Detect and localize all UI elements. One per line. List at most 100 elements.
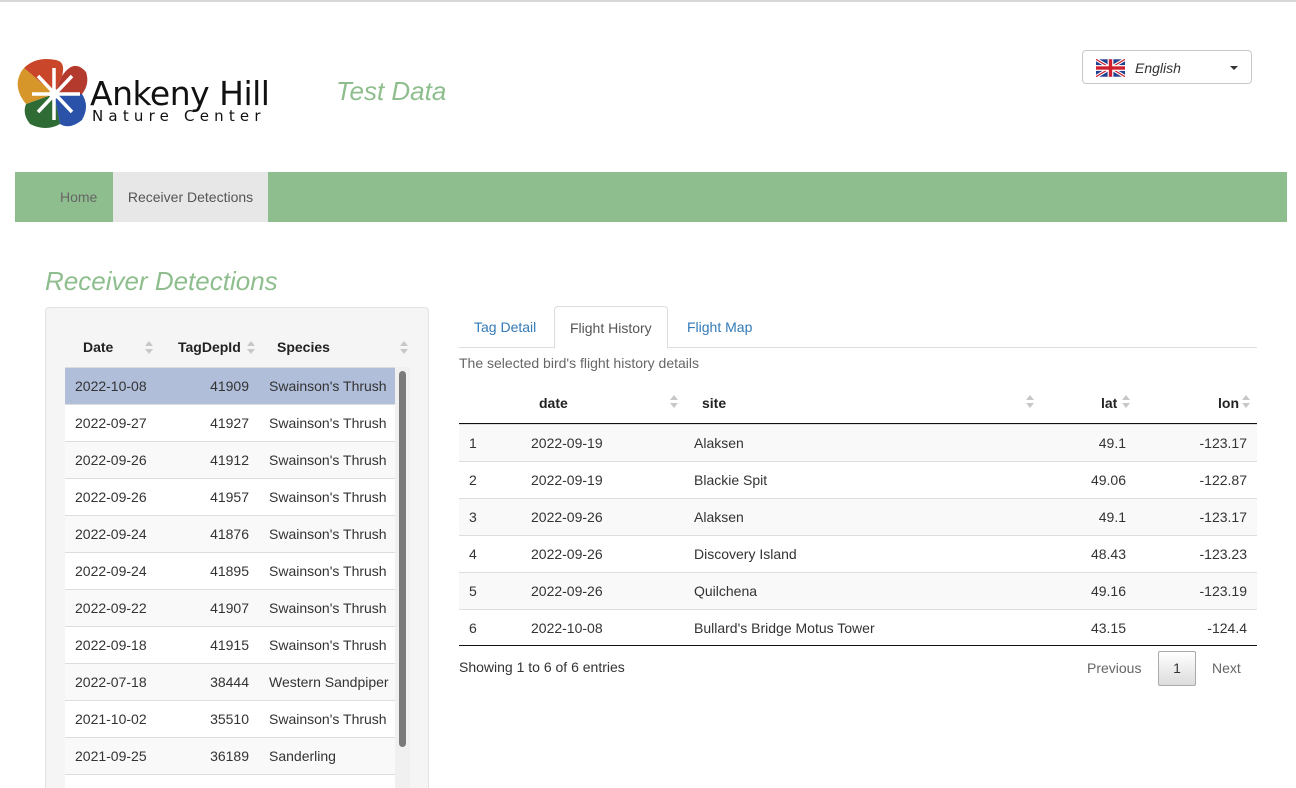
table-row[interactable]: 3 2022-09-26 Alaksen 49.1 -123.17: [459, 498, 1257, 535]
cell-site: Quilchena: [694, 583, 758, 599]
table-row[interactable]: 2022-09-24 41876 Swainson's Thrush: [65, 515, 395, 552]
sort-icon[interactable]: [247, 340, 255, 356]
cell-index: 3: [469, 509, 477, 525]
pagination-next[interactable]: Next: [1212, 660, 1241, 676]
table-row[interactable]: 2021-09-25 36189 Sanderling: [65, 737, 395, 774]
cell-date: 2022-09-26: [531, 583, 603, 599]
cell-index: 1: [469, 435, 477, 451]
cell-tagdepid: 41927: [210, 415, 249, 431]
column-header-lat[interactable]: lat: [1101, 395, 1117, 411]
cell-lat: 49.16: [1090, 583, 1126, 599]
column-header-species[interactable]: Species: [277, 339, 330, 355]
cell-species: Swainson's Thrush: [269, 526, 387, 542]
detections-panel: Date TagDepId Species 2022-10-08 41909 Swa…: [45, 307, 429, 788]
table-row[interactable]: 2022-09-22 41907 Swainson's Thrush: [65, 589, 395, 626]
cell-species: Swainson's Thrush: [269, 415, 387, 431]
cell-tagdepid: 41915: [210, 637, 249, 653]
language-select[interactable]: English: [1082, 50, 1252, 84]
table-row[interactable]: 2021-09-2536190Sanderling: [65, 774, 395, 788]
nav-receiver-detections[interactable]: Receiver Detections: [113, 172, 268, 222]
cell-index: 6: [469, 620, 477, 636]
sort-icon[interactable]: [400, 340, 408, 356]
table-row[interactable]: 5 2022-09-26 Quilchena 49.16 -123.19: [459, 572, 1257, 609]
tab-tag-detail[interactable]: Tag Detail: [459, 306, 551, 348]
cell-date: 2022-09-26: [75, 452, 147, 468]
table-bottom-border: [459, 645, 1257, 646]
detections-table-header: Date TagDepId Species: [65, 330, 410, 368]
cell-date: 2022-09-22: [75, 600, 147, 616]
nav-home[interactable]: Home: [45, 172, 112, 222]
column-header-site[interactable]: site: [702, 395, 726, 411]
cell-tagdepid: 38444: [210, 674, 249, 690]
detections-table-body: 2022-10-08 41909 Swainson's Thrush 2022-09-…: [65, 367, 395, 788]
table-row[interactable]: 2 2022-09-19 Blackie Spit 49.06 -122.87: [459, 461, 1257, 498]
logo[interactable]: Ankeny Hill Nature Center: [16, 58, 296, 130]
table-row[interactable]: 2022-09-27 41927 Swainson's Thrush: [65, 404, 395, 441]
cell-species: Swainson's Thrush: [269, 711, 387, 727]
cell-date: 2022-10-08: [75, 378, 147, 394]
cell-date: 2022-09-27: [75, 415, 147, 431]
cell-lon: -123.23: [1199, 546, 1247, 562]
cell-date: 2022-09-26: [531, 546, 603, 562]
sort-icon[interactable]: [1242, 394, 1250, 410]
cell-species: Swainson's Thrush: [269, 452, 387, 468]
tab-bar: Tag Detail Flight History Flight Map: [459, 306, 1257, 349]
cell-lon: -123.17: [1199, 435, 1247, 451]
cell-species: Sanderling: [269, 748, 336, 764]
cell-date: 2022-09-26: [75, 489, 147, 505]
cell-lat: 49.1: [1098, 509, 1126, 525]
cell-tagdepid: 36189: [210, 748, 249, 764]
logo-mark-icon: [17, 59, 88, 128]
table-row[interactable]: 4 2022-09-26 Discovery Island 48.43 -123.23: [459, 535, 1257, 572]
cell-index: 5: [469, 583, 477, 599]
cell-index: 2: [469, 472, 477, 488]
navbar: Home Receiver Detections: [15, 172, 1287, 222]
column-header-date[interactable]: Date: [83, 339, 113, 355]
table-row[interactable]: 2022-07-18 38444 Western Sandpiper: [65, 663, 395, 700]
table-row[interactable]: 2022-10-08 41909 Swainson's Thrush: [65, 367, 395, 404]
tab-flight-history[interactable]: Flight History: [554, 306, 668, 349]
caret-down-icon: [1230, 66, 1238, 70]
cell-date: 2022-07-18: [75, 674, 147, 690]
table-row[interactable]: 2022-09-26 41957 Swainson's Thrush: [65, 478, 395, 515]
page-heading: Receiver Detections: [45, 266, 278, 296]
cell-species: Swainson's Thrush: [269, 489, 387, 505]
sort-icon[interactable]: [1122, 394, 1130, 410]
cell-date: 2021-09-25: [75, 748, 147, 764]
cell-tagdepid: 41957: [210, 489, 249, 505]
cell-lon: -124.4: [1207, 620, 1247, 636]
cell-site: Bullard's Bridge Motus Tower: [694, 620, 875, 636]
top-border: [0, 0, 1296, 2]
logo-subtitle: Nature Center: [92, 107, 266, 125]
column-header-tagdepid[interactable]: TagDepId: [178, 339, 241, 355]
language-value: English: [1135, 60, 1181, 76]
table-row[interactable]: 2022-09-26 41912 Swainson's Thrush: [65, 441, 395, 478]
cell-tagdepid: 41895: [210, 563, 249, 579]
column-header-date[interactable]: date: [539, 395, 568, 411]
column-header-lon[interactable]: lon: [1218, 395, 1239, 411]
table-row[interactable]: 1 2022-09-19 Alaksen 49.1 -123.17: [459, 424, 1257, 461]
table-row[interactable]: 2022-09-24 41895 Swainson's Thrush: [65, 552, 395, 589]
cell-site: Discovery Island: [694, 546, 797, 562]
cell-date: 2022-09-24: [75, 526, 147, 542]
table-row[interactable]: 2022-09-18 41915 Swainson's Thrush: [65, 626, 395, 663]
sort-icon[interactable]: [145, 340, 153, 356]
cell-species: Swainson's Thrush: [269, 600, 387, 616]
cell-date: 2022-09-19: [531, 435, 603, 451]
table-row[interactable]: 2021-10-02 35510 Swainson's Thrush: [65, 700, 395, 737]
scrollbar[interactable]: [395, 367, 410, 788]
table-row[interactable]: 6 2022-10-08 Bullard's Bridge Motus Tower 4…: [459, 609, 1257, 646]
cell-tagdepid: 41912: [210, 452, 249, 468]
tab-flight-map[interactable]: Flight Map: [672, 306, 767, 348]
cell-date: 2022-09-19: [531, 472, 603, 488]
cell-date: 2022-09-18: [75, 637, 147, 653]
cell-tagdepid: 35510: [210, 711, 249, 727]
cell-site: Blackie Spit: [694, 472, 768, 488]
pagination-previous[interactable]: Previous: [1087, 660, 1141, 676]
sort-icon[interactable]: [1026, 394, 1034, 410]
sort-icon[interactable]: [670, 394, 678, 410]
table-info: Showing 1 to 6 of 6 entries: [459, 659, 625, 675]
scrollbar-thumb[interactable]: [399, 371, 406, 747]
cell-tagdepid: 41907: [210, 600, 249, 616]
pagination-page[interactable]: 1: [1158, 651, 1196, 686]
